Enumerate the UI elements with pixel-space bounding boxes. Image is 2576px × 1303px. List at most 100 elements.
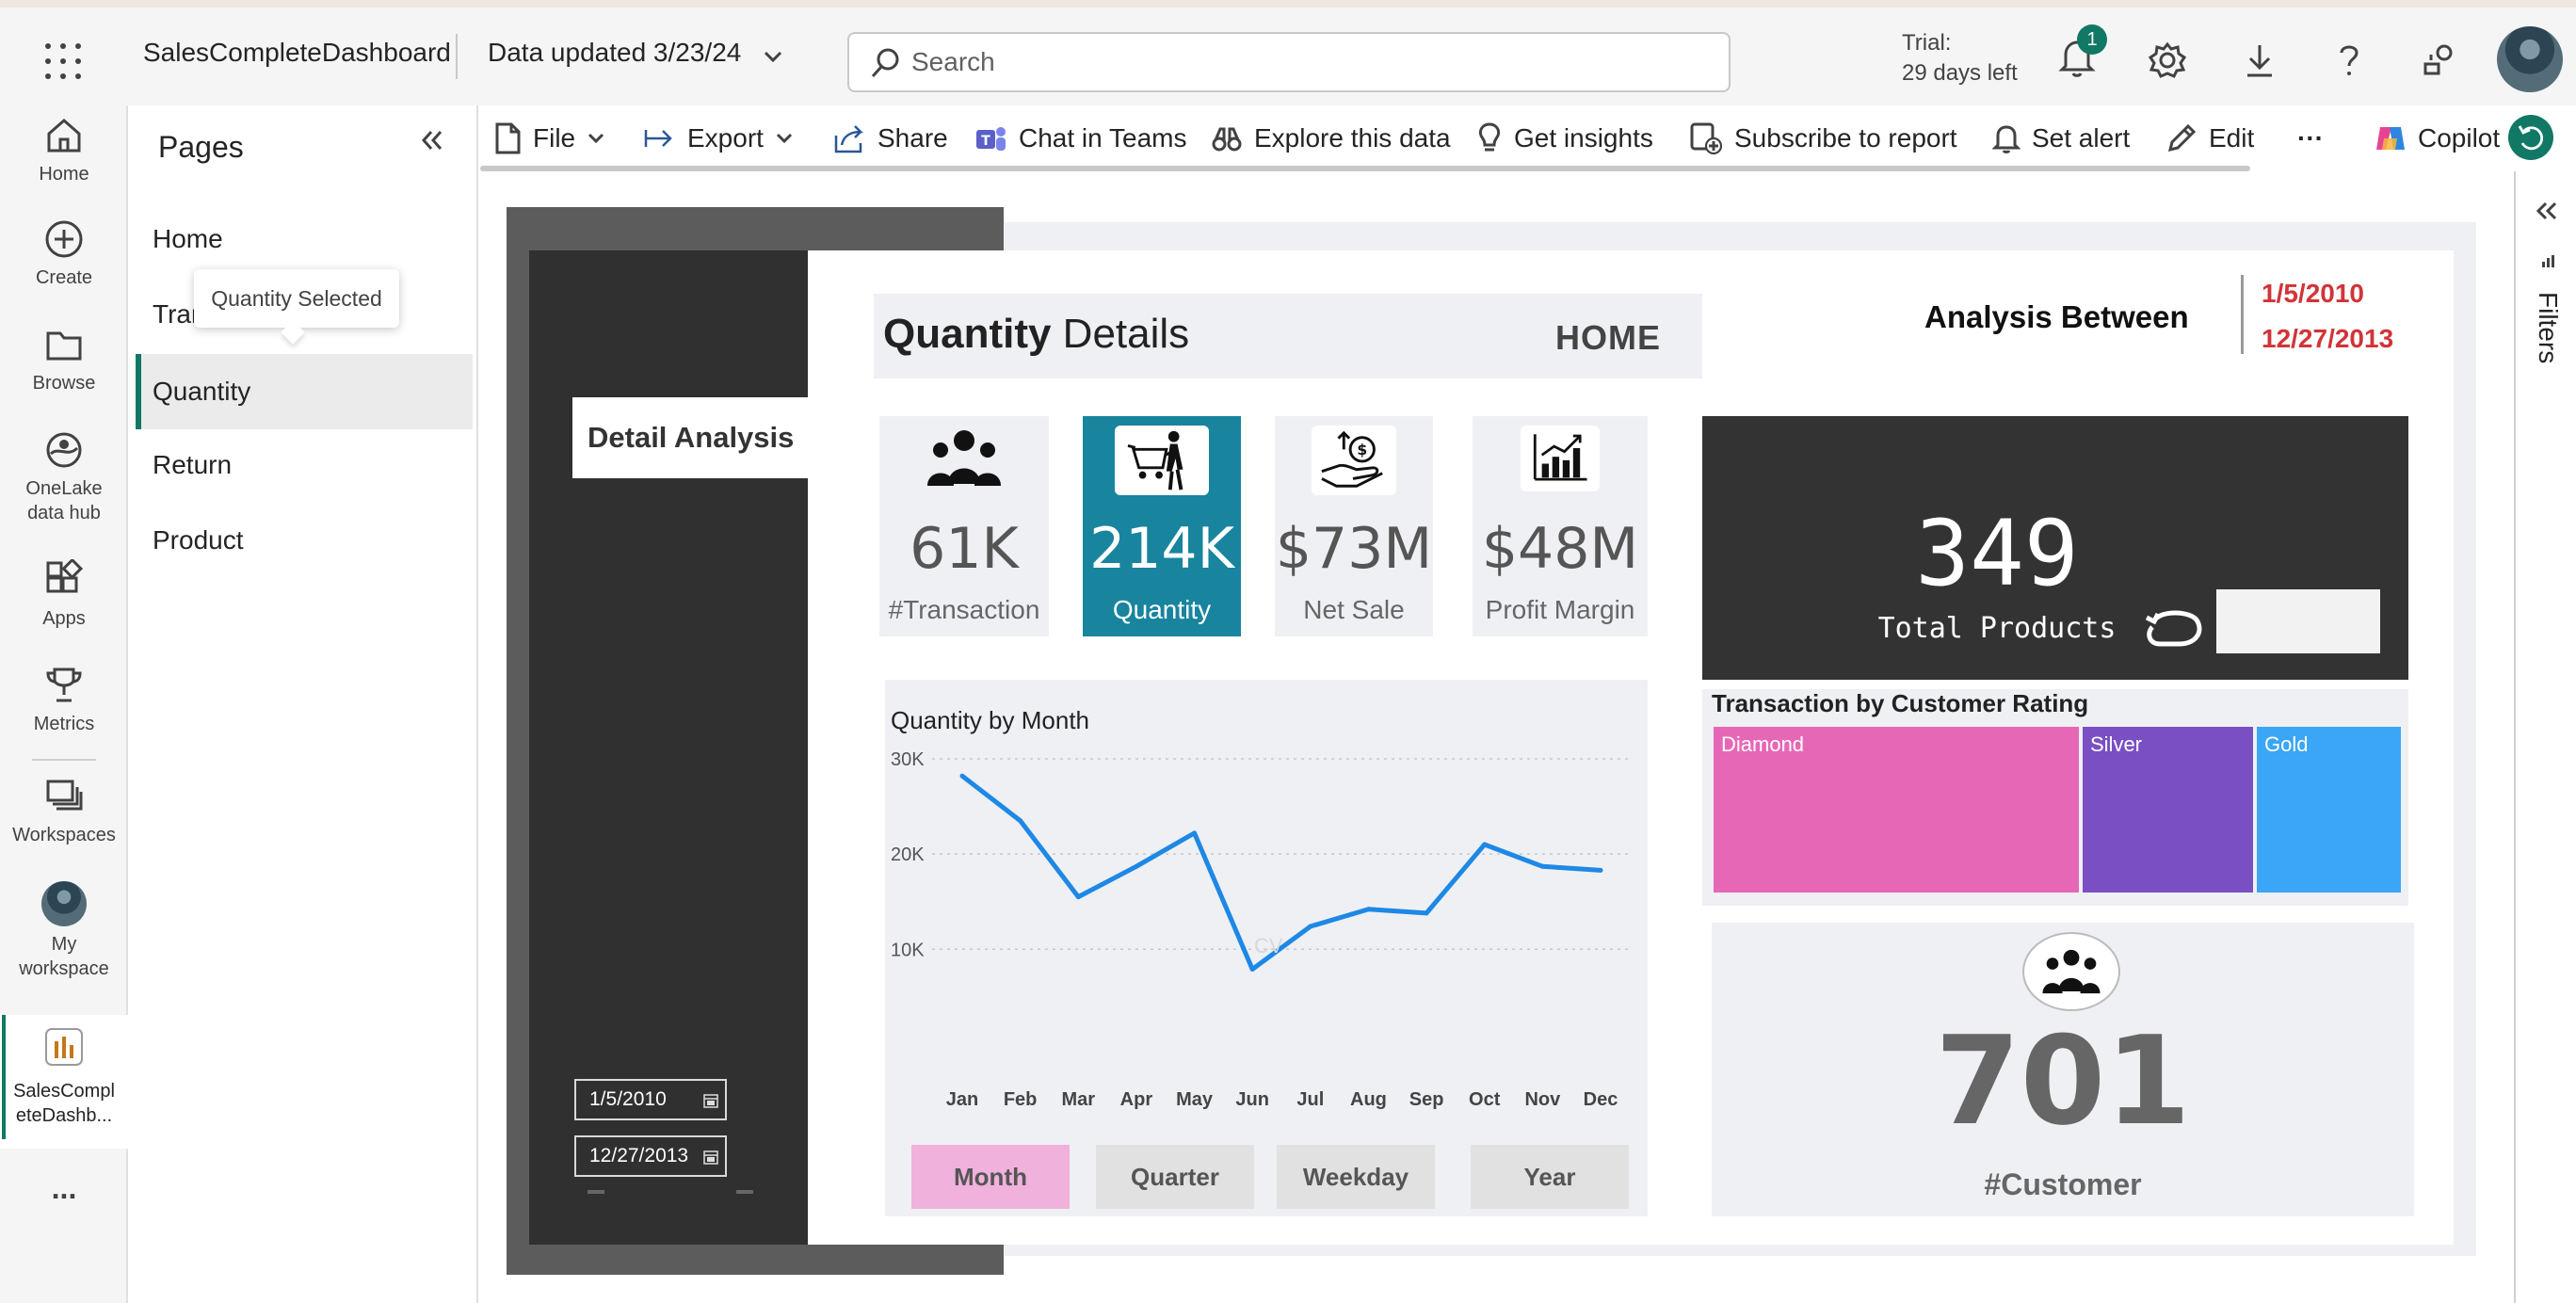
rail-item-metrics[interactable]: Metrics (0, 665, 128, 736)
app-launcher-icon[interactable] (45, 43, 81, 79)
share-button[interactable]: Share (832, 119, 948, 158)
treemap-tile-diamond[interactable]: Diamond (1714, 727, 2079, 893)
year-button[interactable]: Year (1471, 1145, 1629, 1209)
treemap-tile-gold[interactable]: Gold (2257, 727, 2401, 893)
treemap-tile-silver[interactable]: Silver (2083, 727, 2253, 893)
collapse-pane-icon[interactable] (418, 126, 446, 154)
y-tick-label: 30K (891, 749, 925, 770)
rail-item-apps[interactable]: Apps (0, 559, 128, 631)
help-icon[interactable] (2335, 41, 2363, 79)
user-avatar[interactable] (2497, 26, 2563, 92)
kpi-card-profit-margin[interactable]: $48M Profit Margin (1473, 416, 1648, 636)
data-point[interactable] (1424, 910, 1429, 916)
trial-status[interactable]: Trial: 29 days left (1902, 28, 2018, 88)
more-commands-button[interactable]: ··· (2297, 119, 2324, 158)
rail-item-browse[interactable]: Browse (0, 324, 128, 395)
rail-item-create[interactable]: Create (0, 218, 128, 290)
download-icon[interactable] (2243, 41, 2277, 79)
page-item-quantity[interactable]: Quantity (136, 354, 473, 429)
set-alert-button[interactable]: Set alert (1992, 119, 2130, 158)
page-item-product[interactable]: Product (136, 503, 473, 578)
people-group-icon (2042, 949, 2101, 994)
data-point[interactable] (1018, 818, 1023, 824)
quantity-by-month-chart[interactable]: Quantity by Month 30K 20K 10K Jan Feb Mar Apr M… (885, 680, 1648, 1216)
chevron-down-icon (588, 133, 604, 144)
rail-label: Apps (42, 608, 86, 629)
rail-item-report[interactable]: SalesCompl eteDashb... (0, 1015, 128, 1149)
export-menu[interactable]: Export (642, 119, 794, 158)
slider-handle-right[interactable] (736, 1190, 753, 1194)
kpi-card-net-sale[interactable]: $ $73M Net Sale (1275, 416, 1433, 636)
refresh-loop-icon[interactable] (2141, 601, 2211, 653)
filters-pane[interactable]: Filters (2514, 171, 2576, 1303)
page-item-return[interactable]: Return (136, 427, 473, 503)
weekday-button[interactable]: Weekday (1277, 1145, 1435, 1209)
teams-icon: T (976, 127, 1006, 151)
end-date-input[interactable]: 12/27/2013 (574, 1135, 727, 1177)
detail-analysis-label[interactable]: Detail Analysis (572, 397, 808, 478)
file-icon (495, 122, 521, 154)
chat-in-teams-button[interactable]: T Chat in Teams (974, 119, 1186, 158)
rail-label: Home (39, 164, 89, 185)
copilot-button[interactable]: Copilot (2373, 119, 2500, 158)
kpi-label: Quantity (1112, 595, 1212, 624)
expand-filters-icon[interactable] (2535, 200, 2559, 222)
app-name[interactable]: SalesCompleteDashboard (143, 38, 451, 68)
plus-circle-icon (45, 220, 83, 258)
refresh-button[interactable] (2508, 115, 2553, 160)
more-options-icon[interactable]: ... (0, 1171, 128, 1206)
rail-item-my-workspace[interactable]: My workspace (0, 881, 128, 981)
undo-icon (2518, 125, 2544, 151)
total-products-card[interactable]: 349 Total Products (1702, 416, 2408, 680)
data-point[interactable] (1365, 907, 1371, 912)
feedback-icon[interactable] (2422, 41, 2459, 79)
tile-label: Diamond (1721, 732, 1805, 756)
file-menu[interactable]: File (493, 119, 605, 158)
month-button[interactable]: Month (911, 1145, 1070, 1209)
data-point[interactable] (959, 773, 965, 779)
command-bar: File Export Share T Chat in Teams Explor… (480, 105, 2576, 171)
top-bar: SalesCompleteDashboard Data updated 3/23… (0, 0, 2576, 105)
blank-input-box[interactable] (2216, 589, 2380, 653)
data-point[interactable] (1192, 830, 1198, 836)
x-tick-label: Nov (1524, 1089, 1561, 1110)
data-point[interactable] (1249, 967, 1255, 973)
data-point[interactable] (1482, 842, 1488, 847)
subscribe-button[interactable]: Subscribe to report (1689, 119, 1957, 158)
data-updated-label[interactable]: Data updated 3/23/24 (488, 38, 741, 68)
transaction-by-rating-treemap[interactable]: Transaction by Customer Rating Diamond S… (1702, 689, 2408, 906)
slider-handle-left[interactable] (588, 1190, 604, 1194)
x-tick-label: May (1176, 1089, 1214, 1110)
edit-button[interactable]: Edit (2165, 119, 2254, 158)
copilot-label: Copilot (2418, 123, 2501, 153)
rail-item-onelake[interactable]: OneLake data hub (0, 429, 128, 525)
start-date-input[interactable]: 1/5/2010 (574, 1079, 727, 1120)
explore-data-button[interactable]: Explore this data (1211, 119, 1451, 158)
home-nav-button[interactable]: HOME (1555, 318, 1661, 358)
rail-divider (32, 759, 96, 761)
quarter-button[interactable]: Quarter (1096, 1145, 1254, 1209)
data-point[interactable] (1134, 863, 1139, 869)
kpi-card-transaction[interactable]: 61K #Transaction (879, 416, 1049, 636)
data-point[interactable] (1598, 867, 1603, 873)
kpi-card-quantity[interactable]: 214K Quantity (1083, 416, 1241, 636)
data-point[interactable] (1075, 894, 1081, 900)
line-chart-plot: 30K 20K 10K Jan Feb Mar Apr May Jun Jul Aug Sep Oct N… (891, 749, 1629, 1110)
x-tick-label: Jun (1235, 1089, 1269, 1110)
rail-label-line-1: OneLake (25, 478, 103, 499)
rail-label-line-2: data hub (27, 503, 101, 523)
page-item-home[interactable]: Home (136, 201, 473, 277)
rail-item-home[interactable]: Home (0, 115, 128, 186)
data-point[interactable] (1308, 924, 1313, 929)
get-insights-button[interactable]: Get insights (1476, 119, 1653, 158)
data-point[interactable] (1539, 863, 1545, 869)
x-tick-label: Jan (946, 1089, 978, 1110)
rail-item-workspaces[interactable]: Workspaces (0, 776, 128, 847)
export-icon (644, 130, 672, 147)
search-input[interactable]: Search (847, 32, 1731, 92)
gear-icon[interactable] (2149, 41, 2186, 79)
customer-card[interactable]: 701 #Customer (1712, 923, 2414, 1216)
pages-title: Pages (158, 130, 244, 164)
chevron-down-icon[interactable] (763, 49, 783, 64)
rail-label-line-1: SalesCompl (13, 1081, 115, 1102)
